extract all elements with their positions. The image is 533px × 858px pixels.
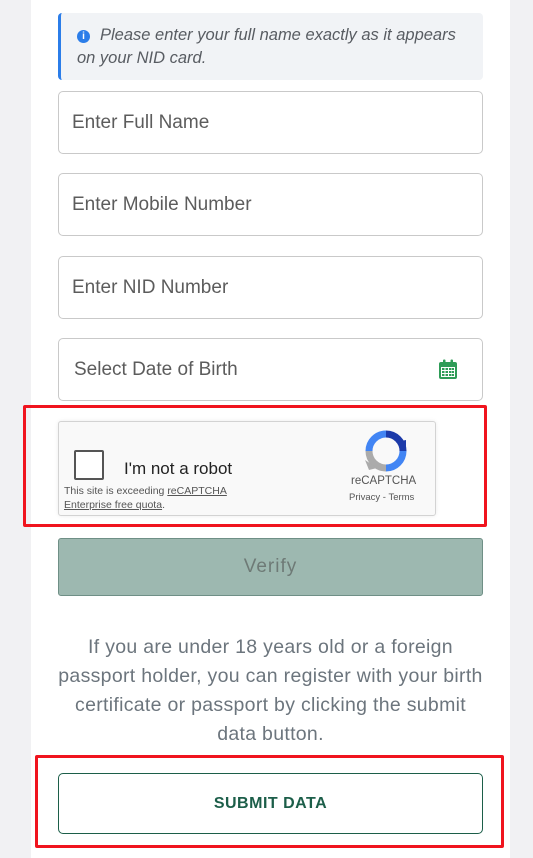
- under-18-info-text: If you are under 18 years old or a forei…: [58, 636, 483, 745]
- recaptcha-checkbox[interactable]: [74, 450, 104, 480]
- privacy-link[interactable]: Privacy: [349, 492, 380, 503]
- recaptcha-widget: I'm not a robot This site is exceeding r…: [58, 421, 436, 516]
- recaptcha-links: Privacy - Terms: [349, 492, 414, 503]
- nid-name-notice: i Please enter your full name exactly as …: [58, 13, 483, 80]
- recaptcha-quota-notice: This site is exceeding reCAPTCHA Enterpr…: [64, 484, 254, 512]
- terms-link[interactable]: Terms: [388, 492, 414, 503]
- info-icon: i: [77, 30, 90, 43]
- quota-suffix-text: .: [162, 499, 165, 511]
- mobile-number-input[interactable]: [58, 173, 483, 236]
- recaptcha-brand: reCAPTCHA: [351, 475, 417, 487]
- recaptcha-logo-icon: [365, 430, 407, 472]
- calendar-icon[interactable]: [438, 359, 458, 380]
- date-of-birth-picker[interactable]: Select Date of Birth: [58, 338, 483, 401]
- links-separator: -: [382, 492, 386, 503]
- submit-data-button[interactable]: SUBMIT DATA: [58, 773, 483, 834]
- full-name-input[interactable]: [58, 91, 483, 154]
- notice-text: Please enter your full name exactly as i…: [77, 26, 456, 67]
- recaptcha-label: I'm not a robot: [124, 459, 233, 478]
- nid-number-input[interactable]: [58, 256, 483, 319]
- quota-prefix-text: This site is exceeding: [64, 485, 168, 497]
- verify-button[interactable]: Verify: [58, 538, 483, 596]
- date-of-birth-placeholder: Select Date of Birth: [74, 359, 238, 380]
